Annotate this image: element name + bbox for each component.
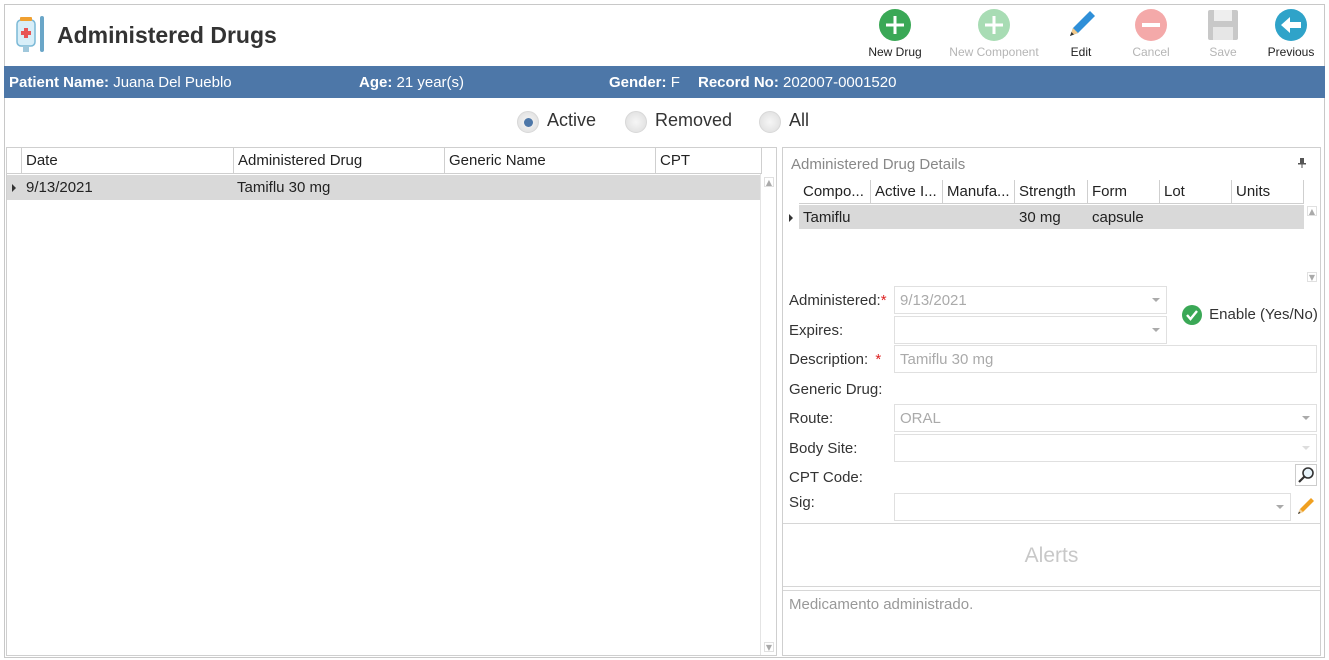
generic-drug-label: Generic Drug: [789, 381, 883, 398]
chevron-down-icon[interactable] [1152, 298, 1160, 302]
patient-name-label: Patient Name: [9, 74, 110, 91]
table-row[interactable]: 9/13/2021 Tamiflu 30 mg [7, 175, 761, 200]
new-component-label: New Component [949, 45, 1039, 59]
previous-label: Previous [1267, 45, 1315, 59]
cell-drug: Tamiflu 30 mg [237, 179, 331, 196]
cancel-icon [1135, 9, 1167, 41]
check-circle-icon [1182, 305, 1202, 325]
administered-drugs-grid: Date Administered Drug Generic Name CPT … [6, 147, 777, 656]
cell-date: 9/13/2021 [26, 179, 93, 196]
row-indicator-icon [789, 214, 793, 222]
expires-date-picker[interactable] [894, 316, 1167, 344]
components-scrollbar[interactable]: ▲ ▼ [1304, 204, 1320, 284]
drug-details-panel: Administered Drug Details Compo... Activ… [782, 147, 1321, 656]
scroll-up-icon[interactable]: ▲ [764, 177, 774, 187]
column-header-date[interactable]: Date [22, 148, 234, 174]
cell-component: Tamiflu [803, 209, 851, 226]
patient-gender-field: Gender: F [609, 74, 680, 91]
grid-scrollbar[interactable]: ▲ ▼ [760, 174, 776, 655]
new-component-button[interactable]: New Component [944, 8, 1044, 62]
column-header-cpt[interactable]: CPT [656, 148, 762, 174]
route-value: ORAL [900, 410, 941, 427]
details-title: Administered Drug Details [791, 156, 966, 173]
grid-header: Date Administered Drug Generic Name CPT [7, 148, 762, 174]
filter-removed-label: Removed [655, 110, 733, 130]
administered-date-picker[interactable]: 9/13/2021 [894, 286, 1167, 314]
administered-label-text: Administered: [789, 292, 881, 309]
column-header-drug[interactable]: Administered Drug [234, 148, 445, 174]
components-grid-header: Compo... Active I... Manufa... Strength … [799, 180, 1304, 204]
row-indicator-header [7, 148, 22, 174]
page-title: Administered Drugs [57, 22, 277, 48]
description-input[interactable]: Tamiflu 30 mg [894, 345, 1317, 373]
patient-info-bar: Patient Name: Juana Del Pueblo Age: 21 y… [4, 66, 1325, 98]
filter-all-label: All [789, 110, 810, 130]
patient-age-value: 21 year(s) [396, 74, 465, 91]
alerts-section: Alerts [783, 523, 1320, 587]
previous-button[interactable]: Previous [1246, 8, 1329, 62]
save-icon [1208, 10, 1238, 40]
administered-field-label: Administered:* [789, 292, 887, 309]
chevron-down-icon[interactable] [1302, 446, 1310, 450]
scroll-down-icon[interactable]: ▼ [1307, 272, 1317, 282]
administered-date-value: 9/13/2021 [900, 292, 967, 309]
row-indicator-icon [12, 184, 16, 192]
column-header-lot[interactable]: Lot [1160, 180, 1232, 204]
add-icon [879, 9, 911, 41]
chevron-down-icon[interactable] [1302, 416, 1310, 420]
patient-age-field: Age: 21 year(s) [359, 74, 464, 91]
radio-selected-icon [517, 111, 539, 133]
column-header-component[interactable]: Compo... [799, 180, 871, 204]
route-label: Route: [789, 410, 834, 427]
iv-bag-icon [16, 16, 44, 52]
sig-select[interactable] [894, 493, 1291, 521]
sig-label: Sig: [789, 494, 815, 511]
enable-label: Enable (Yes/No) [1209, 305, 1318, 323]
radio-icon [759, 111, 781, 133]
expires-label: Expires: [789, 322, 844, 339]
cpt-code-label: CPT Code: [789, 469, 863, 486]
pin-icon[interactable] [1298, 158, 1306, 168]
enable-toggle[interactable]: Enable (Yes/No) [1181, 304, 1318, 326]
description-field-label: Description: * [789, 351, 881, 368]
column-header-strength[interactable]: Strength [1015, 180, 1088, 204]
patient-age-label: Age: [359, 74, 393, 91]
column-header-form[interactable]: Form [1088, 180, 1160, 204]
record-number-value: 202007-0001520 [783, 74, 897, 91]
cell-strength: 30 mg [1019, 209, 1061, 226]
cell-form: capsule [1092, 209, 1144, 226]
description-label-text: Description: [789, 351, 869, 368]
filter-active-label: Active [547, 110, 597, 130]
scroll-down-icon[interactable]: ▼ [764, 642, 774, 652]
patient-gender-label: Gender: [609, 74, 667, 91]
required-marker: * [875, 351, 882, 368]
pencil-icon [1070, 11, 1095, 36]
column-header-units[interactable]: Units [1232, 180, 1304, 204]
patient-gender-value: F [670, 74, 680, 91]
back-arrow-icon [1275, 9, 1307, 41]
chevron-down-icon[interactable] [1276, 505, 1284, 509]
body-site-label: Body Site: [789, 440, 858, 457]
description-value: Tamiflu 30 mg [900, 351, 994, 368]
body-site-select[interactable] [894, 434, 1317, 462]
pencil-icon[interactable] [1295, 495, 1317, 517]
record-number-label: Record No: [698, 74, 779, 91]
notes-textarea[interactable]: Medicamento administrado. [783, 590, 1320, 655]
chevron-down-icon[interactable] [1152, 328, 1160, 332]
column-header-active-ingredient[interactable]: Active I... [871, 180, 943, 204]
component-row[interactable]: Tamiflu 30 mg capsule [799, 205, 1304, 229]
route-select[interactable]: ORAL [894, 404, 1317, 432]
patient-name-field: Patient Name: Juana Del Pueblo [9, 74, 232, 91]
new-drug-button[interactable]: New Drug [850, 8, 940, 62]
record-number-field: Record No: 202007-0001520 [698, 74, 896, 91]
column-header-generic[interactable]: Generic Name [445, 148, 656, 174]
scroll-up-icon[interactable]: ▲ [1307, 206, 1317, 216]
magnifier-icon[interactable] [1295, 464, 1317, 486]
add-icon [978, 9, 1010, 41]
required-marker: * [880, 292, 887, 309]
patient-name-value: Juana Del Pueblo [113, 74, 232, 91]
column-header-manufacturer[interactable]: Manufa... [943, 180, 1015, 204]
new-drug-label: New Drug [868, 45, 922, 59]
radio-icon [625, 111, 647, 133]
